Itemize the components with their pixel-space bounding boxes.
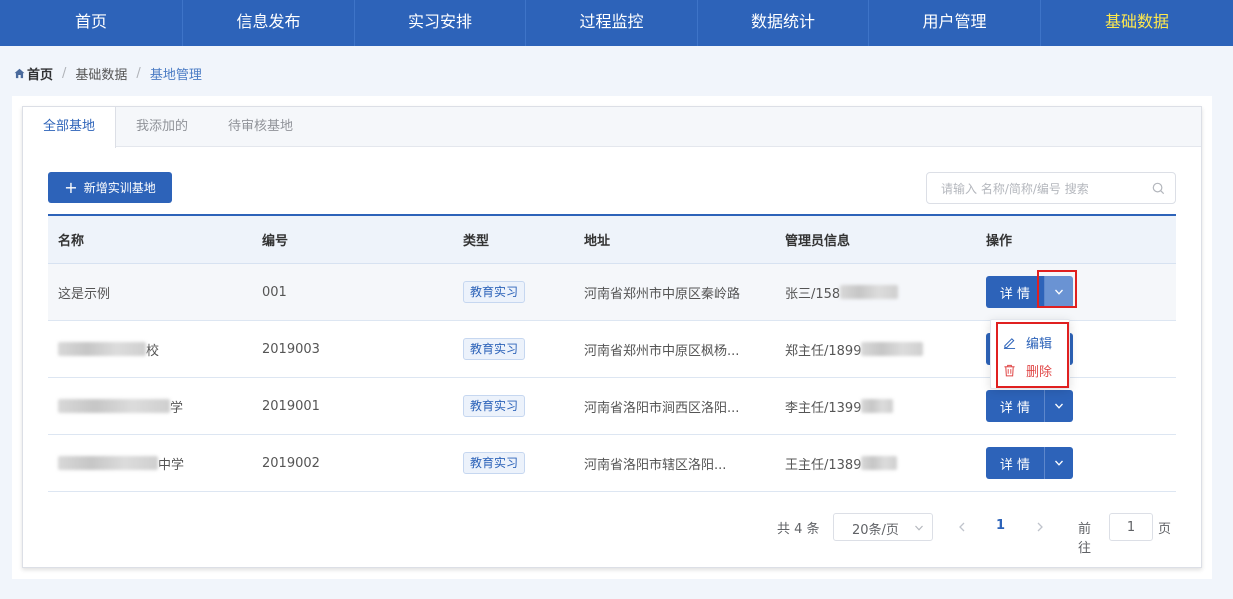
tab-bar: 全部基地 我添加的 待审核基地	[23, 107, 1201, 148]
chevron-right-icon[interactable]	[1034, 521, 1046, 533]
table-row[interactable]: 这是示例 001 教育实习 河南省郑州市中原区秦岭路 张三/158 详 情	[48, 264, 1176, 321]
cell-name: 学	[170, 400, 184, 416]
type-tag: 教育实习	[463, 281, 526, 303]
cell-name: 中学	[158, 457, 185, 473]
type-tag: 教育实习	[463, 338, 526, 360]
nav-item-basic-data[interactable]: 基础数据	[1041, 0, 1233, 46]
nav-item-home[interactable]: 首页	[0, 0, 183, 46]
home-icon	[14, 68, 25, 78]
page-suffix: 页	[1158, 522, 1172, 537]
highlight-box-caret	[1037, 270, 1077, 308]
cell-code: 2019002	[262, 455, 320, 471]
cell-address: 河南省郑州市中原区秦岭路	[584, 286, 741, 302]
cell-code: 2019003	[262, 341, 320, 357]
chevron-down-icon	[915, 525, 923, 531]
goto-label: 前往	[1078, 522, 1092, 556]
breadcrumb: 首页 / 基础数据 / 基地管理	[14, 64, 202, 83]
tab-pending-review[interactable]: 待审核基地	[208, 107, 313, 147]
search-box	[926, 172, 1176, 204]
action-button-group: 详 情	[986, 390, 1073, 422]
cell-admin: 李主任/1399	[785, 400, 862, 416]
header-code: 编号	[262, 234, 289, 249]
plus-icon: +	[64, 177, 78, 197]
blurred-phone	[861, 342, 924, 356]
header-type: 类型	[463, 234, 490, 249]
type-tag: 教育实习	[463, 452, 526, 474]
blurred-phone	[861, 456, 898, 470]
more-actions-button[interactable]	[1044, 390, 1073, 422]
table-row[interactable]: 中学 2019002 教育实习 河南省洛阳市辖区洛阳... 王主任/1389 详…	[48, 435, 1176, 492]
header-actions: 操作	[986, 234, 1013, 249]
breadcrumb-home[interactable]: 首页	[27, 64, 53, 83]
cell-name: 这是示例	[58, 286, 111, 302]
cell-admin: 王主任/1389	[785, 457, 862, 473]
header-address: 地址	[584, 234, 611, 249]
cell-code: 001	[262, 284, 287, 300]
more-actions-button[interactable]	[1044, 447, 1073, 479]
breadcrumb-separator: /	[136, 65, 141, 81]
blurred-phone	[840, 285, 899, 299]
detail-button[interactable]: 详 情	[986, 447, 1044, 479]
add-button-label: 新增实训基地	[83, 181, 156, 195]
blurred-name	[58, 399, 170, 413]
cell-address: 河南省洛阳市辖区洛阳...	[584, 457, 727, 473]
type-tag: 教育实习	[463, 395, 526, 417]
nav-item-data-statistics[interactable]: 数据统计	[698, 0, 869, 46]
pagination-total: 共 4 条	[777, 522, 820, 537]
breadcrumb-current: 基地管理	[149, 67, 202, 83]
top-nav: 首页 信息发布 实习安排 过程监控 数据统计 用户管理 基础数据	[0, 0, 1233, 46]
header-admin: 管理员信息	[785, 234, 851, 249]
cell-admin: 张三/158	[785, 286, 841, 302]
breadcrumb-separator: /	[62, 65, 67, 81]
nav-item-info-publish[interactable]: 信息发布	[183, 0, 355, 46]
breadcrumb-basic-data[interactable]: 基础数据	[75, 64, 127, 83]
action-button-group: 详 情	[986, 447, 1073, 479]
cell-code: 2019001	[262, 398, 320, 414]
search-icon[interactable]	[1152, 182, 1165, 195]
blurred-name	[58, 342, 146, 356]
table-header: 名称 编号 类型 地址 管理员信息 操作	[48, 216, 1176, 264]
blurred-name	[58, 456, 158, 470]
detail-button[interactable]: 详 情	[986, 390, 1044, 422]
chevron-left-icon[interactable]	[956, 521, 968, 533]
goto-page-input[interactable]	[1109, 513, 1153, 541]
detail-button[interactable]: 详 情	[986, 276, 1044, 308]
add-training-base-button[interactable]: + 新增实训基地	[48, 172, 172, 203]
chevron-down-icon	[1055, 403, 1063, 409]
highlight-box-menu	[996, 322, 1069, 388]
cell-name: 校	[146, 343, 160, 359]
page-size-select[interactable]: 20条/页	[833, 513, 933, 541]
cell-address: 河南省郑州市中原区枫杨...	[584, 343, 740, 359]
page-size-value: 20条/页	[852, 523, 899, 538]
blurred-phone	[861, 399, 894, 413]
tab-all-bases[interactable]: 全部基地	[23, 107, 117, 148]
header-name: 名称	[58, 234, 85, 249]
nav-item-internship-arrangement[interactable]: 实习安排	[355, 0, 526, 46]
tab-my-added[interactable]: 我添加的	[116, 107, 208, 147]
cell-address: 河南省洛阳市涧西区洛阳...	[584, 400, 740, 416]
chevron-down-icon	[1055, 460, 1063, 466]
nav-item-user-management[interactable]: 用户管理	[869, 0, 1041, 46]
page-number-current[interactable]: 1	[996, 518, 1005, 533]
cell-admin: 郑主任/1899	[785, 343, 862, 359]
nav-item-process-monitor[interactable]: 过程监控	[526, 0, 698, 46]
search-input[interactable]	[941, 180, 1141, 198]
